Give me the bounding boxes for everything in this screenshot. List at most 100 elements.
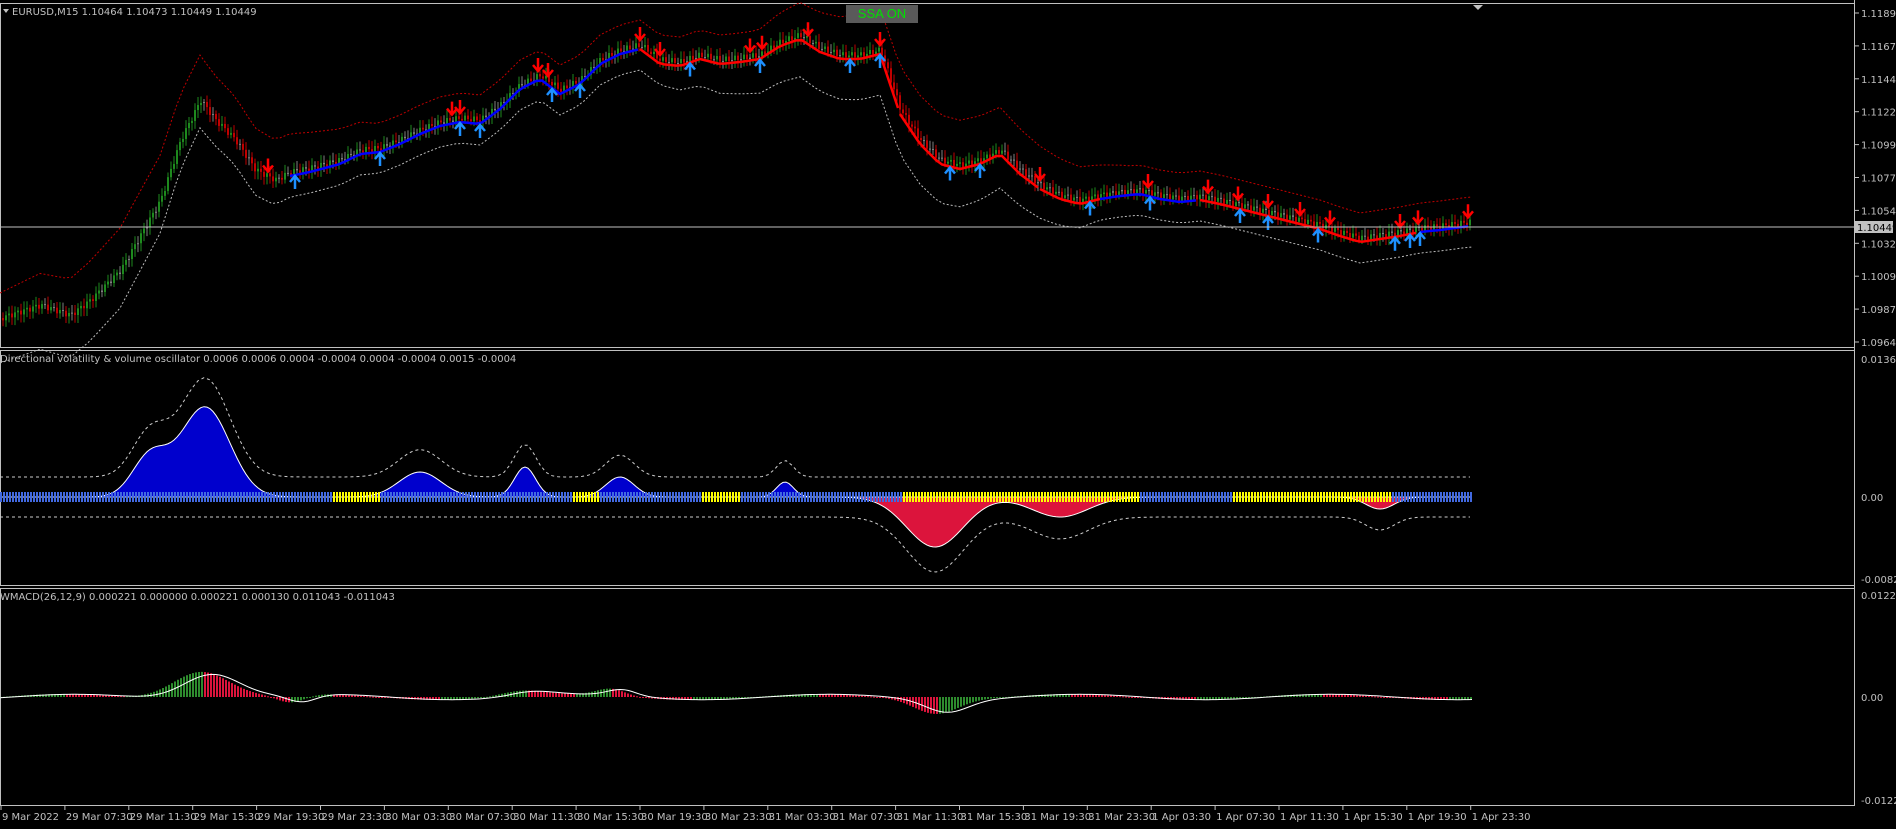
osc-volume-bar <box>750 492 752 502</box>
collapse-triangle-icon[interactable] <box>3 9 9 13</box>
osc-volume-bar <box>612 492 614 502</box>
osc-volume-bar <box>258 492 260 502</box>
candle-body <box>713 59 715 61</box>
candle-body <box>278 177 280 179</box>
osc-volume-bar <box>273 492 275 502</box>
osc-volume-bar <box>1011 492 1013 502</box>
osc-volume-bar <box>831 492 833 502</box>
osc-volume-bar <box>165 492 167 502</box>
macd-histogram-bar <box>945 697 947 713</box>
macd-histogram-bar <box>534 690 536 697</box>
ssa-toggle-button[interactable]: SSA ON <box>846 5 918 23</box>
candle-body <box>470 119 472 122</box>
candle-body <box>941 157 943 159</box>
candle-body <box>215 113 217 120</box>
candle-body <box>59 310 61 314</box>
osc-volume-bar <box>744 492 746 502</box>
osc-volume-bar <box>123 492 125 502</box>
osc-volume-bar <box>87 492 89 502</box>
candle-body <box>1031 175 1033 177</box>
osc-volume-bar <box>426 492 428 502</box>
macd-histogram-bar <box>1371 696 1373 698</box>
candle-body <box>755 53 757 58</box>
osc-volume-bar <box>1017 492 1019 502</box>
osc-volume-bar <box>12 492 14 502</box>
osc-volume-bar <box>600 492 602 502</box>
osc-volume-bar <box>729 492 731 502</box>
candle-body <box>1463 220 1465 223</box>
osc-volume-bar <box>429 492 431 502</box>
candle-body <box>824 46 826 49</box>
osc-volume-bar <box>375 492 377 502</box>
candle-body <box>899 95 901 110</box>
macd-histogram-bar <box>864 695 866 697</box>
osc-volume-bar <box>15 492 17 502</box>
osc-volume-bar <box>162 492 164 502</box>
candle-body <box>53 307 55 309</box>
candle-body <box>1235 202 1237 206</box>
candle-body <box>653 51 655 55</box>
osc-volume-bar <box>438 492 440 502</box>
candle-body <box>62 310 64 312</box>
candle-body <box>1208 196 1210 200</box>
time-tick-label: 30 Mar 11:30 <box>513 812 580 823</box>
macd-histogram-bar <box>354 695 356 697</box>
macd-histogram-bar <box>873 696 875 698</box>
candle-body <box>740 59 742 61</box>
chart-area[interactable]: 1.11895 1.11670 1.11445 1.11220 1.10995 1.107… <box>0 0 1896 829</box>
candle-body <box>128 258 130 260</box>
osc-volume-bar <box>186 492 188 502</box>
time-tick-label: 29 Mar 15:30 <box>194 812 261 823</box>
osc-volume-bar <box>1170 492 1172 502</box>
candle-body <box>968 160 970 164</box>
osc-volume-bar <box>1389 492 1391 502</box>
candle-body <box>1133 189 1135 194</box>
candle-body <box>905 113 907 115</box>
candle-body <box>1001 150 1003 154</box>
candle-body <box>1007 151 1009 160</box>
macd-histogram-bar <box>1362 695 1364 697</box>
osc-volume-bar <box>573 492 575 502</box>
candle-body <box>539 74 541 77</box>
candle-body <box>839 55 841 57</box>
macd-histogram-bar <box>363 695 365 697</box>
price-tick-label: 1.11445 <box>1861 75 1896 86</box>
candle-body <box>341 158 343 160</box>
osc-volume-bar <box>1149 492 1151 502</box>
osc-volume-bar <box>1098 492 1100 502</box>
time-tick-label: 29 Mar 19:30 <box>258 812 325 823</box>
shift-marker-icon[interactable] <box>1473 5 1483 10</box>
osc-volume-bar <box>1083 492 1085 502</box>
osc-volume-bar <box>777 492 779 502</box>
candle-body <box>257 168 259 172</box>
candle-body <box>725 56 727 61</box>
candle-body <box>626 45 628 51</box>
macd-histogram-bar <box>642 697 644 698</box>
osc-volume-bar <box>1446 492 1448 502</box>
osc-volume-bar <box>870 492 872 502</box>
osc-volume-bar <box>909 492 911 502</box>
candle-body <box>8 313 10 316</box>
price-tick-label: 1.10770 <box>1861 174 1896 185</box>
osc-volume-bar <box>396 492 398 502</box>
osc-volume-bar <box>672 492 674 502</box>
candle-body <box>1016 160 1018 169</box>
candle-body <box>1154 192 1156 196</box>
osc-volume-bar <box>342 492 344 502</box>
macd-histogram-bar <box>936 697 938 714</box>
candle-body <box>1160 192 1162 198</box>
candle-body <box>440 120 442 123</box>
osc-volume-bar <box>447 492 449 502</box>
osc-volume-bar <box>891 492 893 502</box>
candle-body <box>674 58 676 63</box>
candle-body <box>986 154 988 159</box>
candle-body <box>536 74 538 81</box>
osc-volume-bar <box>222 492 224 502</box>
candle-body <box>1454 222 1456 224</box>
osc-volume-bar <box>18 492 20 502</box>
osc-volume-bar <box>1239 492 1241 502</box>
osc-volume-bar <box>1278 492 1280 502</box>
candle-body <box>758 56 760 58</box>
candle-body <box>50 307 52 311</box>
candle-body <box>791 36 793 41</box>
